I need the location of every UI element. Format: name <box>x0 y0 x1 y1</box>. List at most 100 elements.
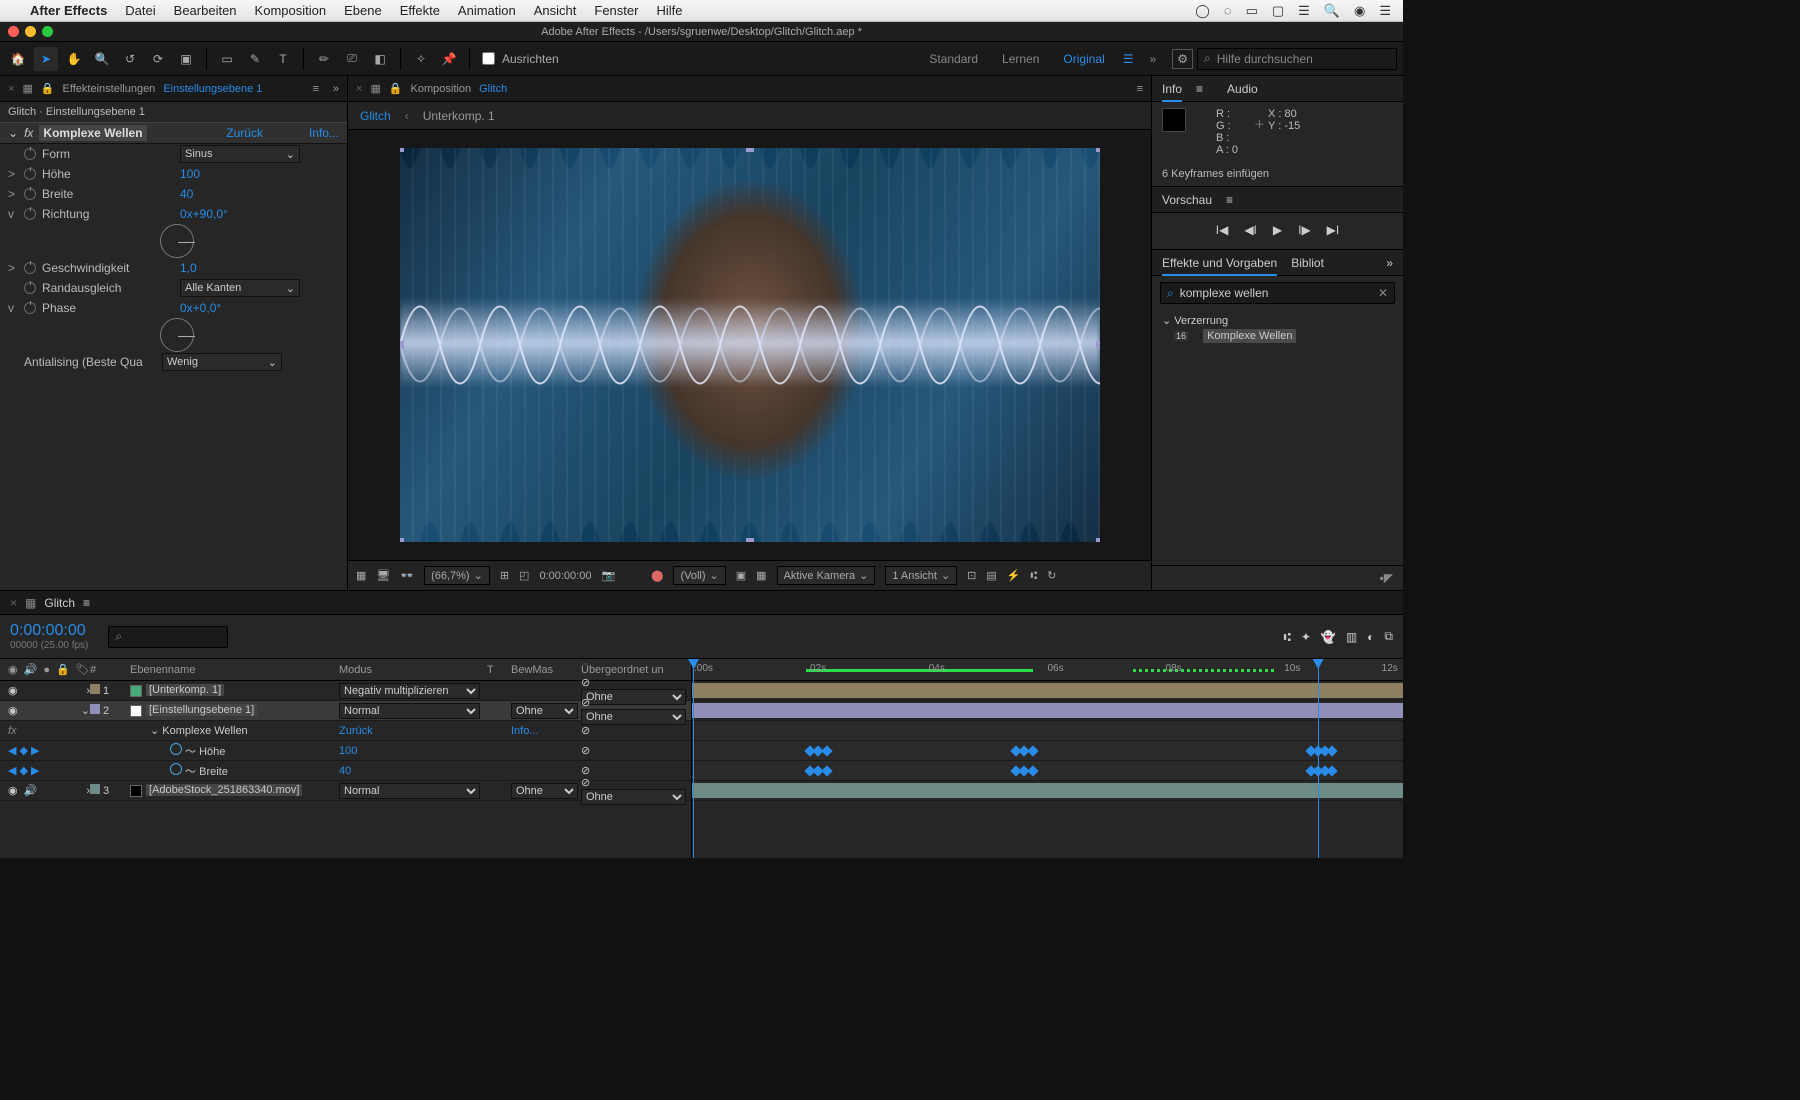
airplay-icon[interactable]: ▢ <box>1272 3 1284 19</box>
property-value[interactable]: 0x+0,0° <box>180 301 221 315</box>
timeline-row[interactable]: ◉⌄ 2[Einstellungsebene 1]NormalOhne⊘ Ohn… <box>0 701 691 721</box>
zoom-dropdown[interactable]: (66,7%) ⌄ <box>424 566 490 585</box>
angle-dial[interactable] <box>160 318 194 352</box>
visibility-toggle[interactable]: ◉ <box>8 704 18 717</box>
comp-tab[interactable]: Unterkomp. 1 <box>423 109 495 123</box>
wifi-icon[interactable]: ☰ <box>1298 3 1310 19</box>
effect-property[interactable]: >Geschwindigkeit1,0 <box>0 258 347 278</box>
composition-viewer[interactable] <box>348 130 1151 560</box>
effect-header[interactable]: ⌄fx Komplexe Wellen Zurück Info... <box>0 122 347 144</box>
effect-property[interactable]: Antialising (Beste QuaWenig⌄ <box>0 352 347 372</box>
stopwatch-icon[interactable] <box>24 188 36 200</box>
property-dropdown[interactable]: Alle Kanten⌄ <box>180 279 300 297</box>
prev-frame-button[interactable]: ◀I <box>1244 223 1257 237</box>
crop-icon[interactable]: ◰ <box>519 569 529 582</box>
workspace-menu-icon[interactable]: ☰ <box>1123 52 1134 66</box>
settings-icon[interactable]: ⚙ <box>1172 49 1193 69</box>
close-tab-icon[interactable]: × <box>8 83 14 95</box>
zoom-tool[interactable]: 🔍 <box>90 47 114 71</box>
spotlight-icon[interactable]: 🔍 <box>1324 3 1340 19</box>
type-tool[interactable]: T <box>271 47 295 71</box>
draft3d-icon[interactable]: ✦ <box>1301 630 1311 644</box>
eraser-tool[interactable]: ◧ <box>368 47 392 71</box>
hand-tool[interactable]: ✋ <box>62 47 86 71</box>
property-dropdown[interactable]: Sinus⌄ <box>180 145 300 163</box>
close-tab-icon[interactable]: × <box>356 83 362 95</box>
effects-presets-tab[interactable]: Effekte und Vorgaben <box>1162 256 1277 276</box>
menu-item[interactable]: Datei <box>125 3 155 18</box>
timeline-track[interactable] <box>692 781 1403 801</box>
maximize-window-button[interactable] <box>42 26 53 37</box>
graph-editor-icon[interactable]: ⧉ <box>1384 629 1393 644</box>
effect-property[interactable]: FormSinus⌄ <box>0 144 347 164</box>
timeline-track[interactable] <box>692 721 1403 741</box>
motion-blur-icon[interactable]: ◐ <box>1367 630 1374 644</box>
keyframe[interactable] <box>1327 765 1338 776</box>
clone-tool[interactable]: ⎚ <box>340 47 364 71</box>
orbit-tool[interactable]: ↺ <box>118 47 142 71</box>
property-value[interactable]: 1,0 <box>180 261 197 275</box>
stopwatch-icon[interactable] <box>170 763 182 775</box>
pin-tool[interactable]: 📌 <box>437 47 461 71</box>
siri-icon[interactable]: ◉ <box>1354 3 1365 19</box>
property-value[interactable]: 0x+90,0° <box>180 207 228 221</box>
vr-icon[interactable]: 👓 <box>400 569 414 582</box>
audio-tab[interactable]: Audio <box>1227 82 1258 96</box>
panel-tab[interactable]: Effekteinstellungen <box>63 83 156 95</box>
info-tab[interactable]: Info <box>1162 82 1182 102</box>
workspace-tab[interactable]: Lernen <box>992 52 1049 66</box>
stopwatch-icon[interactable] <box>170 743 182 755</box>
effect-property[interactable]: RandausgleichAlle Kanten⌄ <box>0 278 347 298</box>
visibility-toggle[interactable]: ◉ <box>8 784 18 797</box>
property-value[interactable]: 100 <box>180 167 200 181</box>
frame-blend-icon[interactable]: ▥ <box>1346 630 1357 644</box>
menu-item[interactable]: Fenster <box>594 3 638 18</box>
effect-property[interactable]: >Höhe100 <box>0 164 347 184</box>
workspace-tab[interactable]: Standard <box>919 52 988 66</box>
lock-icon[interactable]: 🔒 <box>41 82 55 95</box>
time-ruler[interactable]: :00s 02s 04s 06s 08s 10s 12s <box>692 659 1403 681</box>
preview-canvas[interactable] <box>400 148 1100 542</box>
keyframe[interactable] <box>1327 745 1338 756</box>
menu-item[interactable]: Komposition <box>255 3 327 18</box>
menu-item[interactable]: Animation <box>458 3 516 18</box>
views-dropdown[interactable]: 1 Ansicht ⌄ <box>885 566 957 585</box>
roto-tool[interactable]: ✧ <box>409 47 433 71</box>
panel-toggle-icon[interactable]: ▪◤ <box>1152 566 1403 590</box>
effect-property[interactable]: >Breite40 <box>0 184 347 204</box>
anchor-tool[interactable]: ▣ <box>174 47 198 71</box>
fast-preview-icon[interactable]: ⚡ <box>1007 569 1021 582</box>
camera-dropdown[interactable]: Aktive Kamera ⌄ <box>777 566 876 585</box>
pen-tool[interactable]: ✎ <box>243 47 267 71</box>
menu-item[interactable]: Ansicht <box>534 3 577 18</box>
info-link[interactable]: Info... <box>309 126 339 140</box>
stopwatch-icon[interactable] <box>24 262 36 274</box>
rotate-tool[interactable]: ⟳ <box>146 47 170 71</box>
keyframe-nav[interactable]: ◀ ◆ ▶ <box>8 744 40 757</box>
close-tab-icon[interactable]: × <box>10 596 17 610</box>
stopwatch-icon[interactable] <box>24 282 36 294</box>
lock-icon[interactable]: 🔒 <box>389 82 403 95</box>
menu-item[interactable]: Hilfe <box>656 3 682 18</box>
keyframe-nav[interactable]: ◀ ◆ ▶ <box>8 764 40 777</box>
play-button[interactable]: ▶ <box>1273 223 1282 237</box>
menu-item[interactable]: Effekte <box>400 3 440 18</box>
stopwatch-icon[interactable] <box>24 302 36 314</box>
keyframe[interactable] <box>821 745 832 756</box>
effect-name[interactable]: Komplexe Wellen <box>39 125 146 141</box>
control-center-icon[interactable]: ☰ <box>1379 3 1391 19</box>
stopwatch-icon[interactable] <box>24 168 36 180</box>
effect-group[interactable]: ⌄ Verzerrung <box>1162 314 1393 327</box>
timeline-row[interactable]: ◀ ◆ ▶ 〜 Höhe100⊘ <box>0 741 691 761</box>
layer-search[interactable]: ⌕ <box>108 626 228 648</box>
close-window-button[interactable] <box>8 26 19 37</box>
flowchart-icon[interactable]: ⑆ <box>1031 570 1038 582</box>
mask-icon[interactable]: ⊞ <box>500 569 509 582</box>
current-timecode[interactable]: 0:00:00:00 <box>10 622 88 640</box>
reset-exposure-icon[interactable]: ↻ <box>1047 569 1056 582</box>
effects-search[interactable]: ⌕ komplexe wellen ✕ <box>1160 282 1395 304</box>
keyframe[interactable] <box>821 765 832 776</box>
playhead[interactable] <box>693 659 694 858</box>
comp-tab-active[interactable]: Glitch <box>360 109 391 123</box>
keyframe[interactable] <box>1027 745 1038 756</box>
